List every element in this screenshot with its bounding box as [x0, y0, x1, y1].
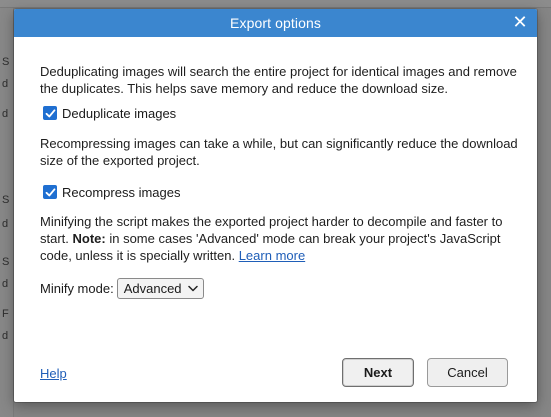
dialog-content: Deduplicating images will search the ent…	[40, 63, 520, 299]
recompress-checkbox[interactable]	[43, 185, 57, 199]
help-link[interactable]: Help	[40, 366, 67, 381]
dedup-option[interactable]: Deduplicate images	[40, 103, 520, 123]
checkmark-icon	[45, 108, 55, 117]
minify-mode-value: Advanced	[123, 281, 182, 296]
dedup-description: Deduplicating images will search the ent…	[40, 64, 517, 96]
minify-description: Minifying the script makes the exported …	[40, 213, 520, 264]
minify-mode-row: Minify mode: Advanced	[40, 278, 520, 299]
recompress-description: Recompressing images can take a while, b…	[40, 136, 518, 168]
chevron-down-icon	[187, 285, 198, 292]
minify-note: Note:	[72, 231, 106, 246]
minify-mode-select[interactable]: Advanced	[116, 278, 204, 299]
minify-mode-label: Minify mode:	[40, 281, 114, 296]
export-options-dialog: Export options ✕ Deduplicating images wi…	[14, 9, 537, 402]
learn-more-link[interactable]: Learn more	[239, 248, 305, 263]
dialog-titlebar: Export options ✕	[14, 9, 537, 37]
checkmark-icon	[45, 187, 55, 196]
close-icon[interactable]: ✕	[511, 13, 529, 31]
next-button[interactable]: Next	[342, 358, 414, 387]
recompress-option[interactable]: Recompress images	[40, 182, 520, 202]
dedup-checkbox[interactable]	[43, 106, 57, 120]
dialog-title: Export options	[230, 15, 321, 31]
dedup-label[interactable]: Deduplicate images	[62, 106, 176, 121]
recompress-label[interactable]: Recompress images	[62, 185, 181, 200]
cancel-button[interactable]: Cancel	[427, 358, 508, 387]
